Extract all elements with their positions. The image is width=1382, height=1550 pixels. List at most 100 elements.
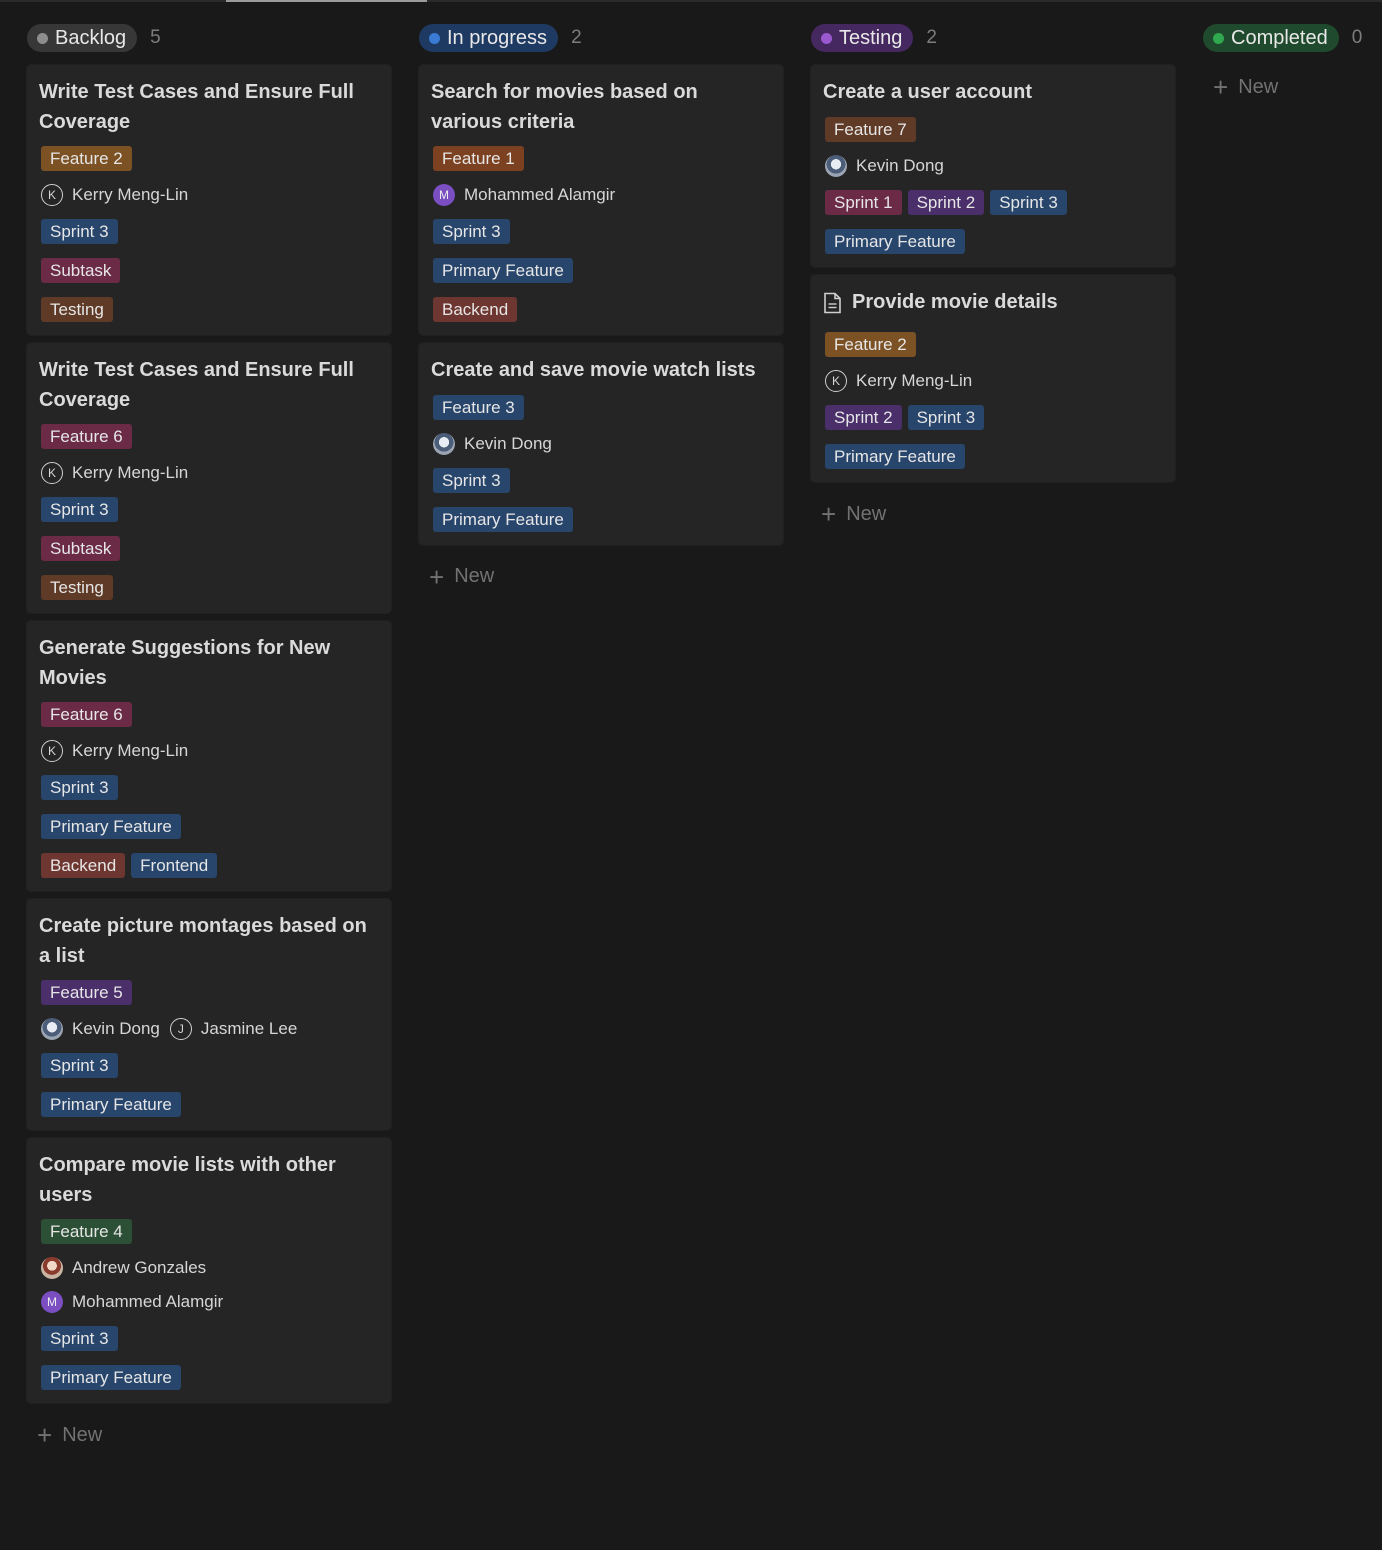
column-header: In progress 2 [419,22,783,54]
card-count: 0 [1351,27,1363,48]
column-completed: Completed 0 + New [1203,22,1363,1451]
assignees: K Kerry Meng-Lin [41,462,379,484]
column-in-progress: In progress 2 Search for movies based on v… [419,22,783,1451]
card-title-text: Create picture montages based on a list [39,915,367,967]
feature-row: Feature 3 [433,394,771,421]
avatar: M [433,184,455,206]
tag-row: Sprint 3 [41,1325,379,1352]
new-card-button[interactable]: + New [419,561,783,593]
task-card[interactable]: Compare movie lists with other users Feat… [27,1138,391,1403]
status-pill[interactable]: Testing [811,24,914,52]
card-title-text: Generate Suggestions for New Movies [39,637,331,689]
card-title: Search for movies based on various crite… [431,78,771,137]
column-testing: Testing 2 Create a user account Feature 7 Ke… [811,22,1175,1451]
avatar [41,1018,63,1040]
feature-row: Feature 2 [825,331,1163,358]
tag-subtask: Subtask [41,258,121,283]
tag-row: Primary Feature [433,506,771,533]
tag-row: Backend Frontend [41,852,379,879]
tag-sprint-3: Sprint 3 [41,1053,118,1078]
task-card[interactable]: Create picture montages based on a list F… [27,899,391,1130]
tag-sprint-3: Sprint 3 [41,775,118,800]
assignee: J Jasmine Lee [169,1018,298,1040]
tag-subtask: Subtask [41,536,121,561]
tag-sprint-3: Sprint 3 [41,219,118,244]
tag-row: Primary Feature [41,1091,379,1118]
assignees: Kevin Dong [433,432,771,455]
assignee-name: Jasmine Lee [200,1019,298,1038]
tag-sprint-2: Sprint 2 [825,405,902,430]
assignee-name: Andrew Gonzales [72,1258,207,1277]
tag-primary-feature: Primary Feature [825,228,965,254]
kanban-board: Backlog 5 Write Test Cases and Ensure Full… [27,22,1363,1451]
task-card[interactable]: Provide movie details Feature 2 K Kerry Men… [811,274,1175,482]
status-pill[interactable]: Completed [1203,24,1339,52]
feature-row: Feature 1 [433,145,771,172]
task-card[interactable]: Write Test Cases and Ensure Full Coverag… [27,343,391,613]
new-card-button[interactable]: + New [1203,71,1363,103]
status-label: In progress [447,26,548,49]
tag-row: Sprint 3 [41,218,379,245]
status-pill[interactable]: In progress [419,24,559,52]
tag-row: Sprint 1 Sprint 2 Sprint 3 [825,189,1163,216]
feature-row: Feature 2 [41,145,379,172]
task-card[interactable]: Generate Suggestions for New Movies Featu… [27,621,391,891]
tag-primary-feature: Primary Feature [41,1365,181,1390]
task-card[interactable]: Write Test Cases and Ensure Full Coverag… [27,65,391,335]
assignee-name: Kerry Meng-Lin [72,741,189,760]
feature-row: Feature 5 [41,979,379,1006]
new-card-button[interactable]: + New [27,1419,391,1451]
tag-row: Primary Feature [433,257,771,284]
assignees: Kevin Dong [825,154,1163,177]
card-title: Write Test Cases and Ensure Full Coverag… [39,356,379,415]
assignees: K Kerry Meng-Lin [41,184,379,206]
status-label: Testing [839,26,903,49]
tag-primary-feature: Primary Feature [41,1092,181,1117]
assignee-name: Kevin Dong [72,1019,160,1038]
tag-row: Subtask [41,535,379,562]
assignee: Kevin Dong [433,432,552,455]
status-pill[interactable]: Backlog [27,24,138,52]
task-card[interactable]: Create and save movie watch lists Feature… [419,343,783,545]
feature-row: Feature 4 [41,1218,379,1245]
assignee-name: Kevin Dong [856,155,944,175]
assignee: Kevin Dong [825,154,944,177]
column-header: Testing 2 [811,22,1175,54]
new-card-label: New [454,565,495,587]
feature-tag: Feature 2 [41,146,132,171]
tag-row: Sprint 3 [41,774,379,801]
feature-tag: Feature 7 [825,116,916,142]
task-card[interactable]: Create a user account Feature 7 Kevin Dong… [811,65,1175,267]
new-card-button[interactable]: + New [811,498,1175,530]
tag-sprint-1: Sprint 1 [825,189,902,215]
assignee: M Mohammed Alamgir [41,1291,223,1313]
feature-tag: Feature 5 [41,980,132,1005]
card-title: Generate Suggestions for New Movies [39,634,379,693]
assignee-name: Mohammed Alamgir [72,1292,224,1311]
avatar: K [41,184,63,206]
tag-sprint-2: Sprint 2 [907,189,985,215]
task-card[interactable]: Search for movies based on various crite… [419,65,783,335]
avatar: K [825,370,847,392]
tag-row: Primary Feature [41,1364,379,1391]
card-title: Write Test Cases and Ensure Full Coverag… [39,78,379,137]
card-title: Create a user account [823,78,1163,108]
assignee-name: Kerry Meng-Lin [72,185,189,204]
avatar: M [41,1291,63,1313]
card-title: Provide movie details [823,288,1163,324]
tag-row: Testing [41,574,379,601]
tag-primary-feature: Primary Feature [433,258,573,283]
assignees: M Mohammed Alamgir [433,184,771,206]
tag-testing: Testing [41,575,113,600]
tag-primary-feature: Primary Feature [825,444,965,469]
card-title-text: Create and save movie watch lists [431,359,756,381]
assignees: K Kerry Meng-Lin [825,370,1163,392]
card-title: Create picture montages based on a list [39,912,379,971]
tag-sprint-3: Sprint 3 [433,219,510,244]
tag-primary-feature: Primary Feature [41,814,181,839]
card-title-text: Create a user account [823,81,1032,103]
tag-sprint-3: Sprint 3 [907,405,985,430]
feature-tag: Feature 2 [825,332,916,357]
assignees: Kevin Dong J Jasmine Lee [41,1018,379,1040]
feature-tag: Feature 4 [41,1219,132,1244]
